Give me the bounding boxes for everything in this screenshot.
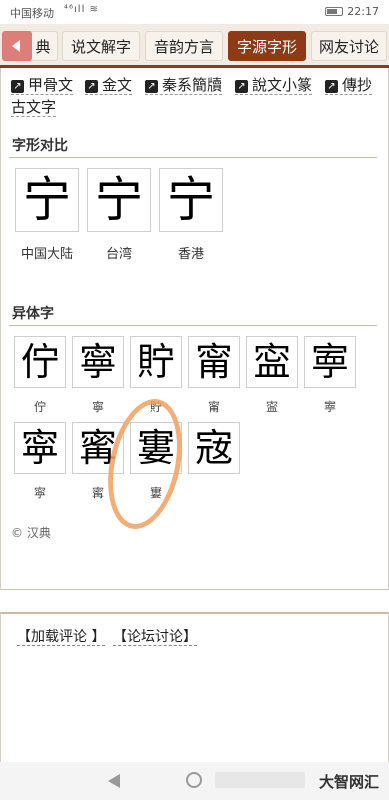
link-bronze[interactable]: ↗ 金文 (85, 76, 133, 95)
link-label: 甲骨文 (28, 76, 74, 94)
variant-label: 甯 (207, 400, 220, 414)
link-small-seal[interactable]: ↗ 說文小篆 (235, 76, 313, 95)
link-label: 【加载评论 】 (17, 629, 106, 646)
tab-shuowen[interactable]: 说文解字 (62, 31, 140, 61)
glyph-mainland: 宁 (15, 168, 79, 232)
external-link-icon: ↗ (145, 80, 158, 93)
variant-glyph[interactable]: 宼 (188, 422, 240, 474)
variant-label: 寍 (265, 400, 278, 414)
external-link-icon: ↗ (85, 80, 98, 93)
copyright: © 汉典 (11, 526, 51, 540)
clock: 22:17 (347, 5, 379, 18)
tab-ziyuan[interactable]: 字源字形 (228, 31, 306, 61)
comments-card: 【加载评论 】 【论坛讨论】 (0, 612, 389, 772)
link-label: 秦系簡牘 (162, 76, 223, 94)
label-hongkong: 香港 (177, 247, 204, 262)
variant-label: 寕 (323, 400, 336, 414)
tab-label: 说文解字 (70, 38, 131, 56)
status-right: 22:17 (325, 5, 379, 18)
link-label: 【论坛讨论】 (113, 629, 197, 646)
external-link-icon: ↗ (325, 80, 338, 93)
link-label: 說文小篆 (252, 76, 313, 94)
tab-bar: 典 说文解字 音韵方言 字源字形 网友讨论 (0, 24, 389, 68)
nav-back-icon[interactable] (108, 774, 120, 788)
variant-glyph[interactable]: 貯 (130, 336, 182, 388)
link-transcribed[interactable]: ↗ 傳抄 (325, 76, 373, 95)
section-title-variants: 异体字 (12, 306, 54, 322)
label-mainland: 中国大陆 (20, 247, 73, 262)
divider (9, 157, 377, 158)
variant-glyph[interactable]: 甯 (188, 336, 240, 388)
divider (9, 325, 377, 326)
carrier-name: 中国移动 (10, 7, 54, 20)
variant-glyph[interactable]: 寍 (246, 336, 298, 388)
variant-glyph[interactable]: 佇 (14, 336, 66, 388)
variant-glyph[interactable]: 寧 (72, 336, 124, 388)
link-label: 金文 (102, 76, 133, 94)
link-label: 古文字 (11, 98, 57, 116)
glyph-origin-card: ↗ 甲骨文 ↗ 金文 ↗ 秦系簡牘 ↗ 說文小篆 ↗ 傳抄 古文字 字形对比 宁 宁 宁 … (0, 68, 389, 590)
system-nav-bar: 大智网汇 (0, 762, 389, 800)
link-qin-slips[interactable]: ↗ 秦系簡牘 (145, 76, 223, 95)
tab-label: 字源字形 (236, 38, 297, 56)
variant-label: 佇 (33, 400, 46, 414)
link-label: 傳抄 (342, 76, 373, 94)
link-ancient-script[interactable]: 古文字 (11, 98, 57, 117)
tab-label: 音韵方言 (153, 38, 214, 56)
tab-yinyun[interactable]: 音韵方言 (145, 31, 223, 61)
tab-label: 典 (35, 38, 51, 56)
tab-wangyou[interactable]: 网友讨论 (311, 31, 387, 61)
glyph-taiwan: 宁 (87, 168, 151, 232)
nav-home-icon[interactable] (186, 772, 202, 788)
label-taiwan: 台湾 (105, 247, 132, 262)
nav-pill (215, 772, 305, 788)
glyph-hongkong: 宁 (159, 168, 223, 232)
external-link-icon: ↗ (235, 80, 248, 93)
back-arrow-icon[interactable] (2, 31, 32, 61)
variant-label: 寧 (91, 400, 104, 414)
section-title-compare: 字形对比 (12, 138, 68, 154)
variant-glyph[interactable]: 寜 (14, 422, 66, 474)
link-oracle-bone[interactable]: ↗ 甲骨文 (11, 76, 74, 95)
forum-discussion-link[interactable]: 【论坛讨论】 (113, 626, 197, 646)
tab-label: 网友讨论 (318, 38, 379, 56)
variant-glyph[interactable]: 寕 (304, 336, 356, 388)
battery-icon (325, 7, 344, 16)
watermark-logo: 大智网汇 (318, 773, 379, 791)
signal-icon: ⁴⁶ıll ≋ (64, 4, 99, 15)
load-comments-link[interactable]: 【加载评论 】 (17, 626, 106, 646)
variant-label: 寜 (33, 486, 46, 500)
status-bar: 中国移动 ⁴⁶ıll ≋ 22:17 (0, 0, 389, 24)
external-link-icon: ↗ (11, 80, 24, 93)
